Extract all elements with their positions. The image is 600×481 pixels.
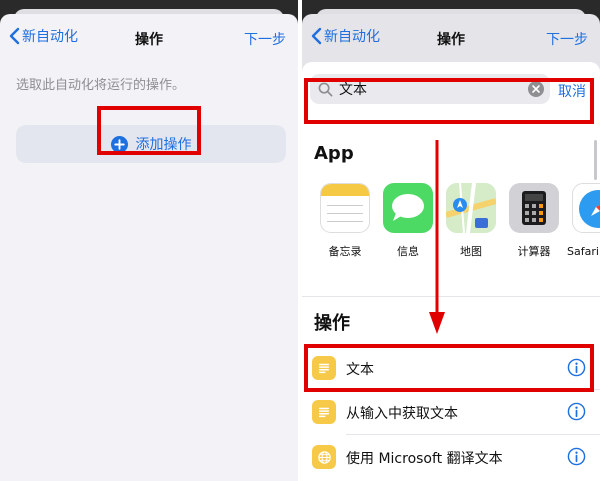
action-label: 使用 Microsoft 翻译文本	[346, 451, 503, 467]
calculator-icon	[509, 183, 559, 233]
back-button[interactable]: 新自动化	[310, 26, 380, 46]
chevron-left-icon	[9, 27, 20, 45]
section-divider	[302, 296, 600, 297]
automation-sheet: 新自动化 操作 下一步 选取此自动化将运行的操作。 添加操作	[0, 14, 298, 481]
globe-icon	[312, 445, 336, 469]
cancel-button[interactable]: 取消	[558, 81, 586, 101]
search-value: 文本	[339, 82, 367, 98]
next-button[interactable]: 下一步	[546, 29, 588, 49]
info-icon[interactable]	[567, 402, 586, 421]
plus-circle-icon	[110, 135, 128, 153]
scroll-indicator	[594, 140, 597, 180]
left-screen: 新自动化 操作 下一步 选取此自动化将运行的操作。 添加操作	[0, 0, 298, 481]
app-maps[interactable]: 地图	[441, 183, 501, 259]
action-row-get-text-from-input[interactable]: 从输入中获取文本	[302, 390, 600, 434]
actions-section-title: 操作	[314, 313, 350, 334]
back-label: 新自动化	[324, 29, 380, 45]
back-button[interactable]: 新自动化	[8, 26, 78, 46]
app-label: Safari 浏览器	[567, 245, 600, 258]
app-safari[interactable]: Safari 浏览器	[567, 183, 600, 259]
nav-bar: 新自动化 操作 下一步	[302, 14, 600, 60]
chevron-left-icon	[311, 27, 322, 45]
search-icon	[318, 82, 333, 96]
add-action-label: 添加操作	[135, 137, 192, 153]
messages-icon	[383, 183, 433, 233]
arrow-down-icon	[429, 140, 445, 334]
next-button[interactable]: 下一步	[244, 29, 286, 49]
app-label: 地图	[460, 245, 482, 258]
app-calculator[interactable]: 计算器	[504, 183, 564, 259]
clear-icon[interactable]	[528, 81, 544, 97]
text-icon	[312, 356, 336, 380]
maps-icon	[446, 183, 496, 233]
info-icon[interactable]	[567, 358, 586, 377]
back-label: 新自动化	[22, 29, 78, 45]
action-label: 文本	[346, 362, 374, 378]
apps-section-title: App	[314, 143, 354, 164]
app-label: 计算器	[517, 245, 551, 258]
text-icon	[312, 400, 336, 424]
safari-icon	[572, 183, 600, 233]
info-icon[interactable]	[567, 447, 586, 466]
search-input[interactable]: 文本	[310, 74, 550, 104]
action-row-translate-text[interactable]: 使用 Microsoft 翻译文本	[302, 435, 600, 479]
app-label: 备忘录	[328, 245, 362, 258]
app-notes[interactable]: 备忘录	[315, 183, 375, 259]
notes-icon	[320, 183, 370, 233]
nav-bar: 新自动化 操作 下一步	[0, 14, 298, 60]
instruction-text: 选取此自动化将运行的操作。	[16, 78, 186, 93]
right-screen: 新自动化 操作 下一步 文本 取消 App 备忘录 信息 地图 计算器 Safa…	[302, 0, 600, 481]
action-row-text[interactable]: 文本	[302, 346, 600, 390]
action-label: 从输入中获取文本	[346, 406, 458, 422]
add-action-button[interactable]: 添加操作	[16, 125, 286, 163]
